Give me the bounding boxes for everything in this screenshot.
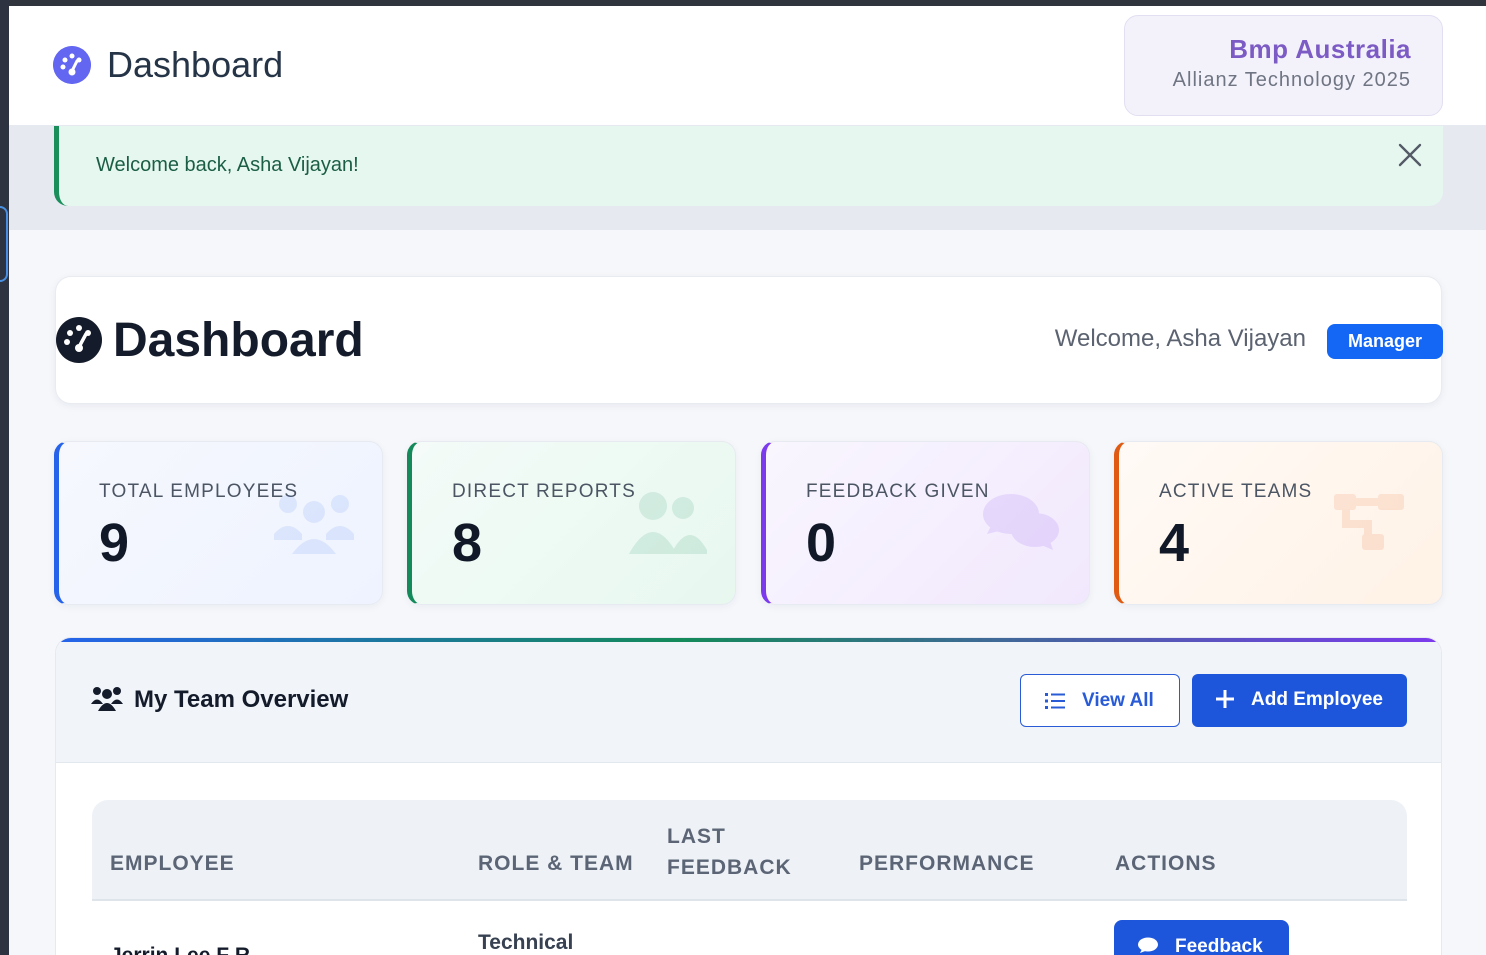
alert-message: Welcome back, Asha Vijayan! bbox=[96, 154, 359, 176]
employee-name[interactable]: Jerrin Lee F R bbox=[110, 944, 250, 955]
stat-value: 9 bbox=[99, 513, 130, 573]
column-header-actions: ACTIONS bbox=[1115, 852, 1217, 875]
dashboard-header-card: Dashboard Welcome, Asha Vijayan Manager bbox=[55, 276, 1443, 404]
table-row[interactable]: Jerrin Lee F R Technical Feedback bbox=[92, 901, 1407, 955]
add-employee-button[interactable]: Add Employee bbox=[1192, 674, 1407, 727]
stat-value: 0 bbox=[806, 513, 837, 573]
add-employee-label: Add Employee bbox=[1251, 689, 1383, 710]
stat-card-total-employees[interactable]: TOTAL EMPLOYEES 9 bbox=[54, 441, 383, 605]
stat-label: TOTAL EMPLOYEES bbox=[99, 481, 299, 502]
brand-name: Bmp Australia bbox=[1229, 34, 1411, 64]
plus-icon bbox=[1216, 690, 1234, 708]
stat-label: ACTIVE TEAMS bbox=[1159, 481, 1313, 502]
column-header-employee[interactable]: EMPLOYEE bbox=[110, 852, 235, 876]
team-table: EMPLOYEE ROLE & TEAM LAST FEEDBACK PERFO… bbox=[92, 800, 1407, 955]
stat-value: 4 bbox=[1159, 513, 1190, 573]
sitemap-icon bbox=[1334, 494, 1404, 550]
view-all-label: View All bbox=[1082, 690, 1154, 711]
column-header-performance[interactable]: PERFORMANCE bbox=[859, 852, 1035, 876]
team-overview-card: My Team Overview View All Add Employee E… bbox=[55, 637, 1442, 955]
sidebar-edge bbox=[0, 0, 9, 955]
user-friends-icon bbox=[629, 492, 707, 554]
brand-panel: Bmp Australia Allianz Technology 2025 bbox=[1124, 15, 1443, 116]
stat-label: DIRECT REPORTS bbox=[452, 481, 636, 502]
stat-label: FEEDBACK GIVEN bbox=[806, 481, 990, 502]
sidebar-toggle-handle[interactable] bbox=[0, 206, 8, 282]
stat-card-feedback-given[interactable]: FEEDBACK GIVEN 0 bbox=[761, 441, 1090, 605]
stat-value: 8 bbox=[452, 513, 483, 573]
list-icon bbox=[1045, 693, 1065, 709]
feedback-button[interactable]: Feedback bbox=[1114, 920, 1289, 955]
users-icon bbox=[91, 687, 123, 711]
view-all-button[interactable]: View All bbox=[1020, 674, 1180, 727]
brand-subtitle: Allianz Technology 2025 bbox=[1172, 69, 1411, 91]
comments-icon bbox=[983, 494, 1059, 550]
role-badge: Manager bbox=[1327, 324, 1443, 359]
comment-icon bbox=[1138, 937, 1158, 953]
page-title: Dashboard bbox=[113, 314, 364, 367]
team-overview-title: My Team Overview bbox=[134, 686, 349, 713]
table-header: EMPLOYEE ROLE & TEAM LAST FEEDBACK PERFO… bbox=[92, 800, 1407, 901]
feedback-label: Feedback bbox=[1175, 936, 1263, 955]
close-icon[interactable] bbox=[1395, 140, 1425, 170]
column-header-last-feedback[interactable]: LAST FEEDBACK bbox=[667, 821, 827, 883]
team-overview-header: My Team Overview View All Add Employee bbox=[56, 642, 1441, 763]
employee-role: Technical bbox=[478, 931, 574, 954]
header-title: Dashboard bbox=[107, 44, 284, 85]
welcome-text: Welcome, Asha Vijayan bbox=[1054, 325, 1306, 352]
welcome-alert: Welcome back, Asha Vijayan! bbox=[54, 126, 1443, 206]
column-header-role-team[interactable]: ROLE & TEAM bbox=[478, 852, 634, 876]
tachometer-icon bbox=[53, 46, 91, 84]
stat-card-active-teams[interactable]: ACTIVE TEAMS 4 bbox=[1114, 441, 1443, 605]
tachometer-icon bbox=[56, 317, 102, 363]
users-icon bbox=[274, 495, 354, 554]
stat-card-direct-reports[interactable]: DIRECT REPORTS 8 bbox=[407, 441, 736, 605]
